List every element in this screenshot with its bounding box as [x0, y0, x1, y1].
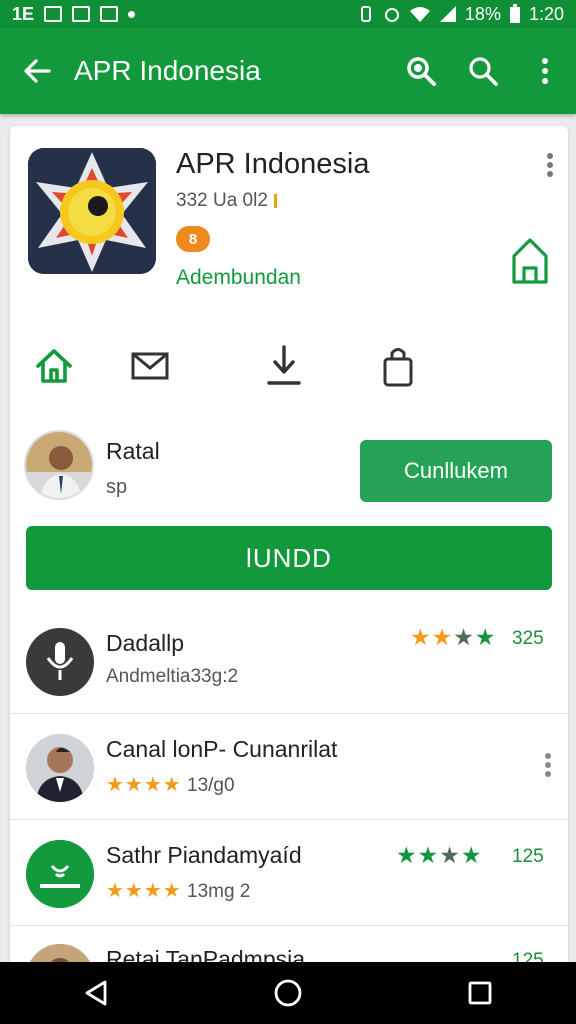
list-item[interactable]: Sathr Piandamyaíd ★★★★ 13mg 2 ★★★★ 125: [10, 822, 568, 926]
star-logo-icon: [28, 148, 156, 274]
list-avatar: [26, 628, 94, 696]
app-detail-card: APR Indonesia 332 Ua 0l2 8 Adembundan Ra…: [10, 126, 568, 966]
profile-name: Ratal: [106, 438, 160, 464]
search-icon: [469, 57, 498, 86]
content-rating-badge: 8: [176, 226, 210, 252]
back-button[interactable]: [0, 57, 74, 85]
install-button[interactable]: lUNDD: [26, 526, 552, 590]
star-icon: ★: [417, 842, 440, 868]
list-item[interactable]: Retai TanPadmpsia 125: [10, 926, 568, 966]
more-vert-icon: [545, 753, 551, 777]
rating-stars: ★★★★: [410, 624, 497, 651]
star-icon: ★: [431, 624, 454, 650]
bag-icon: [383, 348, 413, 387]
nav-recents-icon: [468, 981, 492, 1005]
search-button[interactable]: [452, 56, 514, 86]
list-item-subtitle: Andmeltia33g:2: [106, 666, 239, 687]
battery-text: 18%: [464, 3, 501, 24]
share-icon: [512, 238, 548, 284]
tab-bag[interactable]: [374, 342, 422, 390]
toolbar-title: APR Indonesia: [74, 55, 261, 86]
back-arrow-icon: [24, 59, 51, 83]
star-icon: ★: [453, 624, 475, 650]
list-avatar: [26, 840, 94, 908]
status-left-text: 1E: [12, 3, 35, 24]
meta-marker: [273, 193, 277, 208]
clock: 1:20: [528, 3, 564, 24]
nav-back-button[interactable]: [64, 968, 128, 1018]
star-icon: ★: [396, 842, 418, 868]
nav-back-icon: [85, 980, 107, 1006]
share-button[interactable]: [510, 238, 550, 289]
profile-avatar: [24, 430, 94, 500]
more-button[interactable]: [514, 57, 576, 85]
rating-stars: ★★★★: [106, 774, 182, 796]
list-item-title: Dadallp: [106, 630, 184, 656]
star-icon: ★: [474, 624, 497, 650]
item-more-button[interactable]: [544, 752, 552, 783]
list-item[interactable]: Canal lonP- Cunanrilat ★★★★ 13/g0: [10, 716, 568, 820]
app-meta: 332 Ua 0l2: [176, 190, 277, 212]
status-right: 18% 1:20: [357, 4, 564, 25]
vibrate-icon: [360, 6, 371, 22]
rating-value: 125: [512, 846, 544, 867]
app-title: APR Indonesia: [176, 148, 370, 180]
microphone-icon: [46, 642, 74, 680]
nav-home-button[interactable]: [256, 968, 320, 1018]
calendar-icon: [100, 6, 119, 22]
person-photo: [26, 734, 94, 802]
key-search-button[interactable]: [390, 55, 452, 87]
rating-stars: ★★★★: [106, 880, 182, 902]
review-count: 13/g0: [187, 775, 235, 796]
more-vert-icon: [547, 153, 553, 177]
app-meta-text: 332 Ua 0l2: [176, 190, 268, 211]
profile-subtitle: sp: [106, 476, 128, 498]
tab-download[interactable]: [260, 342, 308, 390]
tab-mail[interactable]: [126, 342, 174, 390]
system-navigation-bar: [0, 962, 576, 1024]
mail-icon: [131, 352, 169, 380]
person-photo: [26, 432, 92, 498]
list-item-subtitle: ★★★★ 13/g0: [106, 772, 235, 797]
list-avatar: [26, 734, 94, 802]
star-icon: ★: [439, 842, 461, 868]
status-bar: 1E 18% 1:20: [0, 0, 576, 28]
more-vert-icon: [542, 58, 548, 84]
list-item[interactable]: Dadallp Andmeltia33g:2 ★★★★ 325: [10, 610, 568, 714]
star-icon: ★: [410, 624, 432, 650]
app-toolbar: APR Indonesia: [0, 28, 576, 114]
dot-icon: [128, 10, 136, 18]
status-left: 1E: [12, 3, 136, 25]
notification-icon: [44, 6, 63, 22]
download-icon: [267, 345, 301, 385]
developer-link[interactable]: Adembundan: [176, 266, 301, 290]
signal-icon: [439, 6, 456, 22]
leaf-logo-icon: [26, 840, 94, 908]
nav-recents-button[interactable]: [448, 968, 512, 1018]
review-count: 13mg 2: [187, 881, 251, 902]
list-item-title: Sathr Piandamyaíd: [106, 842, 302, 868]
star-icon: ★: [460, 842, 483, 868]
home-icon: [36, 349, 72, 383]
notification-icon: [72, 6, 91, 22]
app-more-button[interactable]: [546, 152, 554, 183]
key-search-icon: [407, 57, 436, 86]
list-item-title: Canal lonP- Cunanrilat: [106, 736, 338, 762]
alarm-icon: [384, 8, 399, 22]
nav-home-icon: [274, 979, 302, 1007]
app-logo: [28, 148, 156, 274]
continue-button[interactable]: Cunllukem: [360, 440, 552, 502]
list-item-subtitle: ★★★★ 13mg 2: [106, 878, 250, 903]
battery-icon: [509, 4, 520, 23]
action-tabs: [10, 342, 568, 398]
tab-home[interactable]: [30, 342, 78, 390]
wifi-icon: [409, 7, 430, 22]
rating-stars: ★★★★: [396, 842, 483, 869]
rating-value: 325: [512, 628, 544, 649]
